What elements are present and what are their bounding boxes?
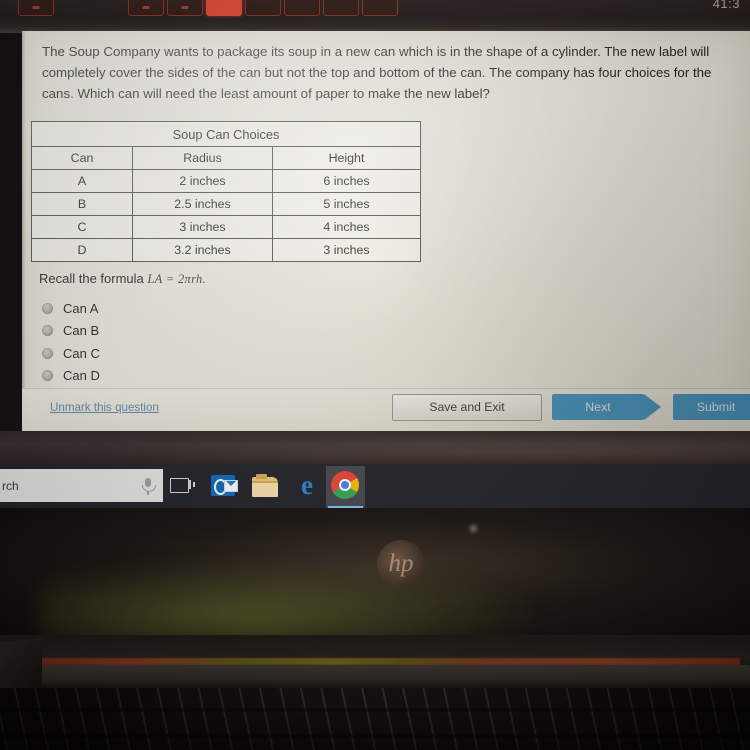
edge-icon-glyph: e xyxy=(301,470,313,500)
hp-logo: hp xyxy=(377,540,425,588)
laptop-keyboard-deck xyxy=(0,688,750,750)
soup-can-table-wrapper: Soup Can Choices Can Radius Height A 2 i… xyxy=(31,121,421,262)
answer-choice-c[interactable]: Can C xyxy=(42,342,100,365)
search-input-value[interactable]: rch xyxy=(0,479,141,493)
cell-height: 6 inches xyxy=(272,169,421,193)
cell-can: B xyxy=(31,192,133,216)
answer-choice-label: Can A xyxy=(63,300,99,316)
cell-height: 3 inches xyxy=(272,238,421,262)
question-nav-box-1[interactable] xyxy=(18,0,54,16)
microphone-icon[interactable] xyxy=(141,477,156,495)
answer-choices: Can A Can B Can C Can D xyxy=(42,297,100,387)
submit-button[interactable]: Submit xyxy=(673,394,750,420)
page-left-shadow xyxy=(22,31,26,431)
formula-expression: LA = 2πrh. xyxy=(147,272,206,286)
table-row: B 2.5 inches 5 inches xyxy=(31,192,421,216)
question-nav-box-8[interactable] xyxy=(362,0,398,16)
cell-radius: 2.5 inches xyxy=(132,192,273,216)
soup-can-table: Soup Can Choices Can Radius Height A 2 i… xyxy=(31,121,421,262)
chevron-right-icon xyxy=(644,394,661,420)
next-button-label: Next xyxy=(585,400,611,414)
task-view-icon[interactable] xyxy=(168,471,198,501)
table-row: D 3.2 inches 3 inches xyxy=(31,238,421,262)
formula-line: Recall the formula LA = 2πrh. xyxy=(39,271,206,287)
table-header-radius: Radius xyxy=(132,146,273,170)
cell-height: 5 inches xyxy=(272,192,421,216)
question-nav-box-6[interactable] xyxy=(284,0,320,16)
table-header-can: Can xyxy=(31,146,133,170)
chrome-icon-active[interactable] xyxy=(326,466,365,508)
formula-label: Recall the formula xyxy=(39,271,144,286)
cell-can: A xyxy=(31,169,133,193)
cell-can: D xyxy=(31,238,133,262)
cell-radius: 2 inches xyxy=(132,169,273,193)
radio-button-icon[interactable] xyxy=(42,347,53,359)
radio-button-icon[interactable] xyxy=(42,302,53,314)
cell-radius: 3 inches xyxy=(132,215,273,239)
windows-taskbar: rch e xyxy=(0,464,750,508)
radio-button-icon[interactable] xyxy=(42,325,53,337)
table-header-height: Height xyxy=(272,146,421,170)
answer-choice-a[interactable]: Can A xyxy=(42,297,100,320)
hinge-bar xyxy=(36,665,750,687)
quiz-page: The Soup Company wants to package its so… xyxy=(22,31,750,431)
outlook-icon[interactable] xyxy=(210,471,240,501)
taskbar-search-box[interactable]: rch xyxy=(0,469,163,502)
answer-choice-label: Can C xyxy=(63,345,100,361)
table-row: C 3 inches 4 inches xyxy=(31,215,421,239)
answer-choice-label: Can B xyxy=(63,323,100,339)
question-nav-box-4-current[interactable] xyxy=(206,0,242,16)
screen-bezel-gap xyxy=(0,431,750,464)
chrome-icon[interactable] xyxy=(331,471,359,499)
cell-height: 4 inches xyxy=(272,215,421,239)
cell-radius: 3.2 inches xyxy=(132,238,273,262)
file-explorer-icon[interactable] xyxy=(251,471,281,501)
hp-logo-text: hp xyxy=(388,550,414,577)
next-button[interactable]: Next xyxy=(552,394,661,420)
unmark-question-link[interactable]: Unmark this question xyxy=(50,401,159,414)
hinge-accent-strip xyxy=(40,658,740,665)
photo-of-laptop-screen: 41:3 The Soup Company wants to package i… xyxy=(0,0,750,750)
quiz-footer-bar: Unmark this question Save and Exit Next … xyxy=(22,388,750,431)
lens-glare xyxy=(470,525,477,532)
question-nav-box-3[interactable] xyxy=(167,0,203,16)
question-nav-box-7[interactable] xyxy=(323,0,359,16)
table-title: Soup Can Choices xyxy=(31,121,421,147)
edge-icon[interactable]: e xyxy=(292,470,322,501)
question-nav-box-2[interactable] xyxy=(128,0,164,16)
table-row: A 2 inches 6 inches xyxy=(31,169,421,193)
question-nav-box-5[interactable] xyxy=(245,0,281,16)
radio-button-icon[interactable] xyxy=(42,370,53,382)
answer-choice-b[interactable]: Can B xyxy=(42,320,100,343)
question-navigator-strip: 41:3 xyxy=(0,0,750,18)
question-prompt: The Soup Company wants to package its so… xyxy=(42,44,712,101)
save-and-exit-button[interactable]: Save and Exit xyxy=(392,394,542,421)
answer-choice-d[interactable]: Can D xyxy=(42,365,100,388)
cell-can: C xyxy=(31,215,133,239)
quiz-timer: 41:3 xyxy=(712,0,740,11)
answer-choice-label: Can D xyxy=(63,368,100,384)
